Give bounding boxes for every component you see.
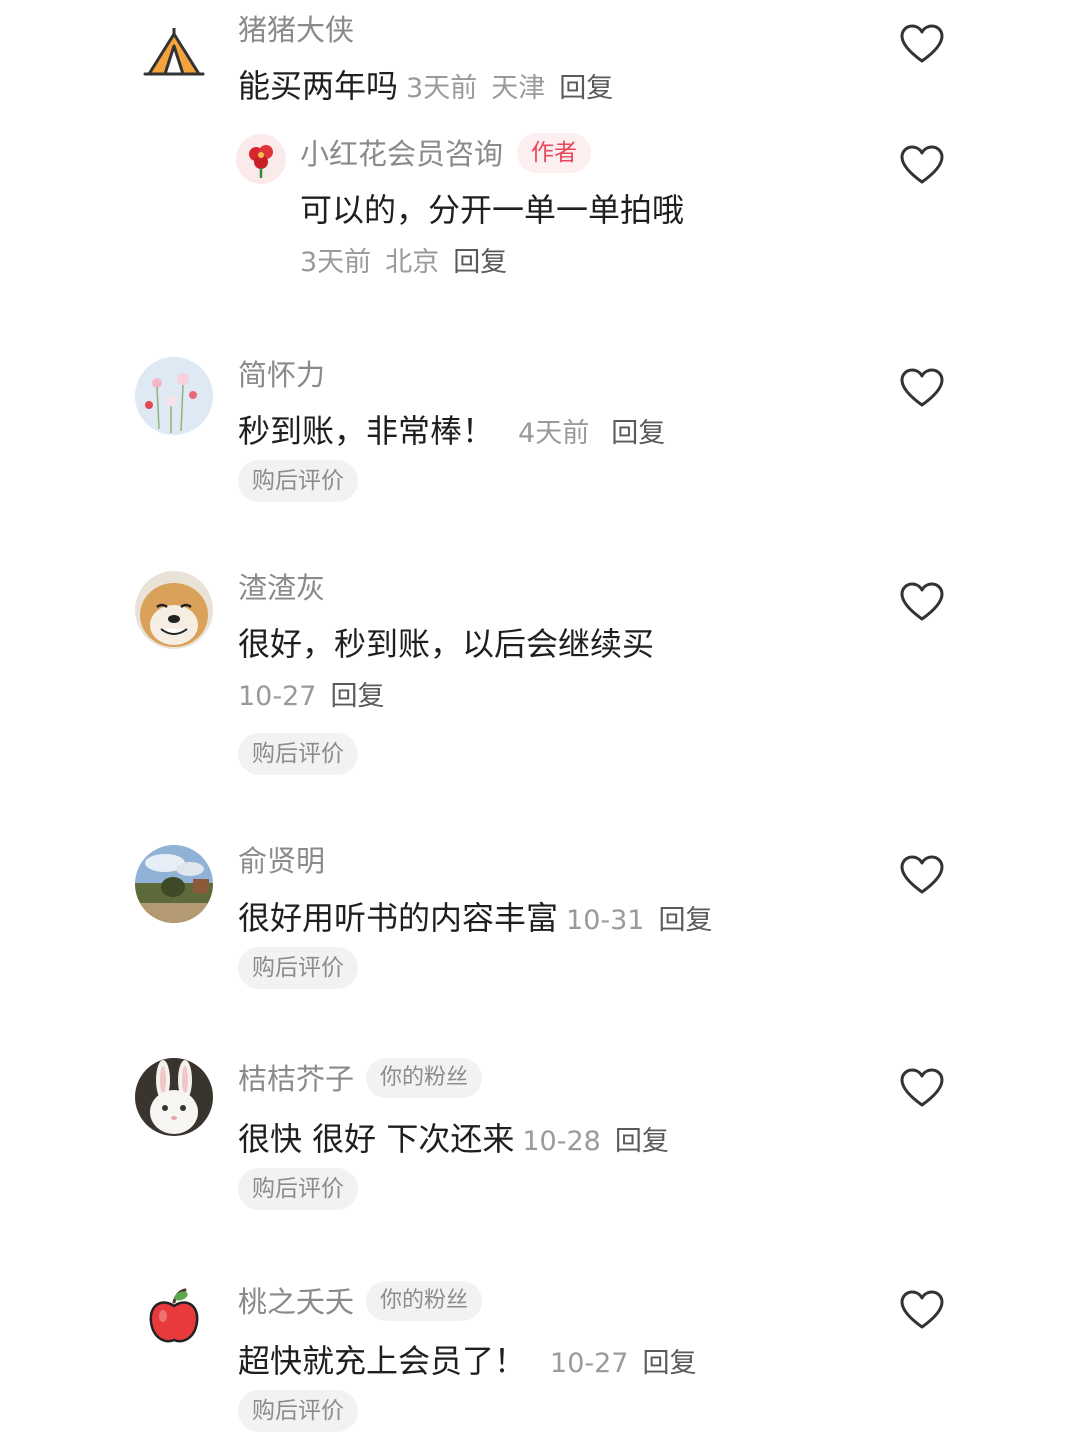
comment-body: 很好用听书的内容丰富	[238, 899, 559, 937]
author-badge: 作者	[517, 133, 592, 173]
flower-photo-avatar[interactable]	[135, 357, 213, 435]
like-heart-icon[interactable]	[900, 145, 944, 185]
red-flower-icon[interactable]	[236, 134, 286, 184]
like-heart-icon[interactable]	[900, 1290, 944, 1330]
username-text[interactable]: 桃之夭夭	[238, 1285, 354, 1319]
post-purchase-review-tag: 购后评价	[238, 1390, 358, 1432]
comment-time: 4天前	[518, 418, 590, 449]
username: 桃之夭夭 你的粉丝	[238, 1281, 483, 1324]
reply-button[interactable]: 回复	[559, 73, 613, 104]
comment-text: 很快 很好 下次还来 10-28 回复	[238, 1123, 669, 1155]
red-apple-icon[interactable]	[135, 1280, 213, 1358]
reply-body: 可以的，分开一单一单拍哦	[300, 191, 685, 229]
like-heart-icon[interactable]	[900, 582, 944, 622]
username[interactable]: 简怀力	[238, 361, 325, 390]
comment-text: 超快就充上会员了！ 10-27 回复	[238, 1345, 696, 1377]
reply-button[interactable]: 回复	[615, 1126, 669, 1157]
username[interactable]: 渣渣灰	[238, 574, 325, 603]
username[interactable]: 俞贤明	[238, 847, 325, 876]
reply-button[interactable]: 回复	[611, 418, 665, 449]
reply-button[interactable]: 回复	[330, 681, 384, 712]
reply-username[interactable]: 小红花会员咨询	[300, 137, 503, 171]
comment-time: 10-27	[238, 681, 317, 712]
comment-time: 10-28	[522, 1126, 601, 1157]
reply-button[interactable]: 回复	[642, 1348, 696, 1379]
tent-icon[interactable]	[135, 14, 213, 92]
post-purchase-review-tag: 购后评价	[238, 733, 358, 775]
fan-badge: 你的粉丝	[366, 1281, 483, 1321]
reply-location: 北京	[385, 247, 440, 278]
reply-button[interactable]: 回复	[658, 905, 712, 936]
username-text[interactable]: 桔桔芥子	[238, 1062, 354, 1096]
username: 小红花会员咨询 作者	[300, 133, 592, 176]
landscape-photo-avatar[interactable]	[135, 845, 213, 923]
comment-text: 秒到账，非常棒！ 4天前 回复	[238, 415, 665, 447]
comment-body: 很好，秒到账，以后会继续买	[238, 625, 655, 663]
username: 桔桔芥子 你的粉丝	[238, 1058, 483, 1101]
fan-badge: 你的粉丝	[366, 1058, 483, 1098]
comment-time: 10-31	[566, 905, 645, 936]
like-heart-icon[interactable]	[900, 1068, 944, 1108]
reply-meta: 3天前 北京 回复	[300, 249, 507, 276]
comment-text: 很好用听书的内容丰富 10-31 回复	[238, 902, 712, 934]
comment-text: 能买两年吗 3天前 天津 回复	[238, 70, 613, 102]
comment-time: 3天前	[406, 73, 478, 104]
comment-time: 10-27	[550, 1348, 629, 1379]
like-heart-icon[interactable]	[900, 368, 944, 408]
post-purchase-review-tag: 购后评价	[238, 947, 358, 989]
white-rabbit-avatar[interactable]	[135, 1058, 213, 1136]
comment-body: 秒到账，非常棒！	[238, 412, 495, 450]
reply-button[interactable]: 回复	[453, 247, 507, 278]
comment-location: 天津	[491, 73, 546, 104]
post-purchase-review-tag: 购后评价	[238, 1168, 358, 1210]
comment-body: 很快 很好 下次还来	[238, 1120, 515, 1158]
post-purchase-review-tag: 购后评价	[238, 460, 358, 502]
comment-body: 能买两年吗	[238, 67, 399, 105]
like-heart-icon[interactable]	[900, 24, 944, 64]
comment-body: 超快就充上会员了！	[238, 1342, 527, 1380]
like-heart-icon[interactable]	[900, 855, 944, 895]
username[interactable]: 猪猪大侠	[238, 16, 354, 45]
shiba-dog-avatar[interactable]	[135, 571, 213, 649]
reply-time: 3天前	[300, 247, 372, 278]
comment-meta: 10-27 回复	[238, 683, 384, 710]
